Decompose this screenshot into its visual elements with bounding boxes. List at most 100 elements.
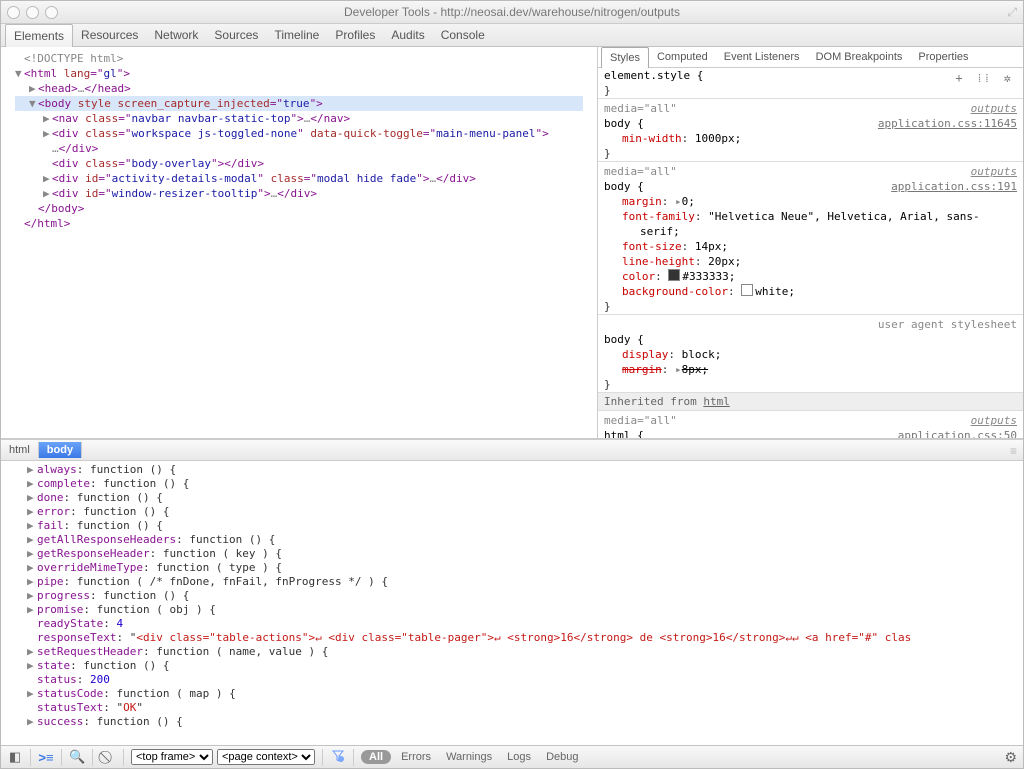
- dom-line[interactable]: ▼<body style screen_capture_injected="tr…: [15, 96, 583, 111]
- css-declaration[interactable]: margin: ▸0;: [604, 194, 1017, 209]
- disclosure-icon[interactable]: ▼: [29, 96, 38, 111]
- console-line[interactable]: ▶promise: function ( obj ) {: [7, 603, 1017, 617]
- styles-tab-computed[interactable]: Computed: [649, 47, 716, 67]
- dom-line[interactable]: ▶<div id="window-resizer-tooltip">…</div…: [15, 186, 583, 201]
- console-line[interactable]: status: 200: [7, 673, 1017, 687]
- css-rule[interactable]: body {application.css:191margin: ▸0;font…: [598, 179, 1023, 314]
- crumb-body[interactable]: body: [39, 442, 82, 458]
- source-link[interactable]: application.css:50: [898, 428, 1017, 438]
- disclosure-icon[interactable]: ▶: [43, 111, 52, 126]
- console-line[interactable]: ▶done: function () {: [7, 491, 1017, 505]
- css-declaration[interactable]: line-height: 20px;: [604, 254, 1017, 269]
- dom-tree[interactable]: <!DOCTYPE html>▼<html lang="gl">▶<head>……: [1, 47, 597, 438]
- context-select[interactable]: <page context>: [217, 749, 315, 765]
- dom-line[interactable]: …</div>: [15, 141, 583, 156]
- console-line[interactable]: ▶overrideMimeType: function ( type ) {: [7, 561, 1017, 575]
- dom-line[interactable]: ▶<div class="workspace js-toggled-none" …: [15, 126, 583, 141]
- disclosure-icon[interactable]: ▼: [15, 66, 24, 81]
- disclosure-icon[interactable]: ▶: [27, 561, 37, 575]
- main-tab-sources[interactable]: Sources: [206, 24, 266, 46]
- styles-tab-properties[interactable]: Properties: [910, 47, 976, 67]
- search-icon[interactable]: 🔍: [69, 749, 85, 765]
- filter-logs[interactable]: Logs: [507, 751, 534, 763]
- gear-icon[interactable]: ✲: [1004, 71, 1015, 85]
- filter-all-pill[interactable]: All: [361, 750, 391, 764]
- main-tab-audits[interactable]: Audits: [383, 24, 432, 46]
- disclosure-icon[interactable]: ▶: [27, 575, 37, 589]
- disclosure-icon[interactable]: ▶: [43, 186, 52, 201]
- dom-line[interactable]: ▼<html lang="gl">: [15, 66, 583, 81]
- css-declaration[interactable]: background-color: white;: [604, 284, 1017, 299]
- console-line[interactable]: statusText: "OK": [7, 701, 1017, 715]
- dom-line[interactable]: </body>: [15, 201, 583, 216]
- console-line[interactable]: responseText: "<div class="table-actions…: [7, 631, 1017, 645]
- disclosure-icon[interactable]: ▶: [27, 687, 37, 701]
- disclosure-icon[interactable]: ▶: [27, 505, 37, 519]
- main-tab-profiles[interactable]: Profiles: [327, 24, 383, 46]
- console-line[interactable]: ▶success: function () {: [7, 715, 1017, 729]
- css-declaration[interactable]: font-family: "Helvetica Neue", Helvetica…: [604, 209, 1017, 239]
- main-tab-resources[interactable]: Resources: [73, 24, 146, 46]
- gear-icon[interactable]: ⚙: [1004, 749, 1017, 766]
- css-rule[interactable]: body {display: block;margin: ▸8px;}: [598, 332, 1023, 392]
- console-line[interactable]: readyState: 4: [7, 617, 1017, 631]
- toggle-state-icon[interactable]: ⁞⁞: [978, 71, 993, 85]
- dom-line[interactable]: <div class="body-overlay"></div>: [15, 156, 583, 171]
- disclosure-icon[interactable]: ▶: [27, 477, 37, 491]
- console-line[interactable]: ▶progress: function () {: [7, 589, 1017, 603]
- disclosure-icon[interactable]: ▶: [27, 533, 37, 547]
- console-line[interactable]: ▶state: function () {: [7, 659, 1017, 673]
- dom-line[interactable]: ▶<head>…</head>: [15, 81, 583, 96]
- drawer-lines-icon[interactable]: ≡: [1010, 444, 1017, 458]
- disclosure-icon[interactable]: ▶: [43, 171, 52, 186]
- clear-icon[interactable]: ⃠: [100, 749, 116, 765]
- disclosure-icon[interactable]: ▶: [27, 603, 37, 617]
- dom-line[interactable]: </html>: [15, 216, 583, 231]
- console-line[interactable]: ▶fail: function () {: [7, 519, 1017, 533]
- disclosure-icon[interactable]: ▶: [27, 659, 37, 673]
- console-line[interactable]: ▶getAllResponseHeaders: function () {: [7, 533, 1017, 547]
- source-link[interactable]: application.css:191: [891, 179, 1017, 194]
- console-line[interactable]: ▶pipe: function ( /* fnDone, fnFail, fnP…: [7, 575, 1017, 589]
- filter-debug[interactable]: Debug: [546, 751, 578, 763]
- console-line[interactable]: ▶always: function () {: [7, 463, 1017, 477]
- disclosure-icon[interactable]: ▶: [27, 519, 37, 533]
- filter-errors[interactable]: Errors: [401, 751, 434, 763]
- styles-tab-dom-breakpoints[interactable]: DOM Breakpoints: [808, 47, 911, 67]
- disclosure-icon[interactable]: ▶: [27, 715, 37, 729]
- main-tab-console[interactable]: Console: [433, 24, 493, 46]
- disclosure-icon[interactable]: ▶: [29, 81, 38, 96]
- css-declaration[interactable]: display: block;: [604, 347, 1017, 362]
- dom-line[interactable]: ▶<div id="activity-details-modal" class=…: [15, 171, 583, 186]
- console-output[interactable]: ▶always: function () {▶complete: functio…: [1, 461, 1023, 745]
- main-tab-timeline[interactable]: Timeline: [266, 24, 327, 46]
- console-line[interactable]: ▶getResponseHeader: function ( key ) {: [7, 547, 1017, 561]
- css-rule[interactable]: body {application.css:11645min-width: 10…: [598, 116, 1023, 161]
- disclosure-icon[interactable]: ▶: [27, 547, 37, 561]
- main-tab-elements[interactable]: Elements: [5, 24, 73, 47]
- console-line[interactable]: ▶statusCode: function ( map ) {: [7, 687, 1017, 701]
- dock-icon[interactable]: ◧: [7, 749, 23, 765]
- disclosure-icon[interactable]: ▶: [27, 491, 37, 505]
- frame-select[interactable]: <top frame>: [131, 749, 213, 765]
- css-declaration[interactable]: color: #333333;: [604, 269, 1017, 284]
- css-declaration[interactable]: margin: ▸8px;: [604, 362, 1017, 377]
- disclosure-icon[interactable]: ▶: [27, 645, 37, 659]
- css-declaration[interactable]: font-size: 14px;: [604, 239, 1017, 254]
- styles-tab-event-listeners[interactable]: Event Listeners: [716, 47, 808, 67]
- css-rule[interactable]: html {application.css:50font-size: 100%;…: [598, 428, 1023, 438]
- console-line[interactable]: ▶complete: function () {: [7, 477, 1017, 491]
- styles-tab-styles[interactable]: Styles: [601, 47, 649, 68]
- console-toggle-icon[interactable]: >≡: [38, 750, 54, 765]
- expand-icon[interactable]: ⤢: [1007, 5, 1017, 20]
- disclosure-icon[interactable]: ▶: [27, 463, 37, 477]
- disclosure-icon[interactable]: ▶: [43, 126, 52, 141]
- dom-line[interactable]: ▶<nav class="navbar navbar-static-top">……: [15, 111, 583, 126]
- crumb-html[interactable]: html: [1, 442, 39, 458]
- source-link[interactable]: application.css:11645: [878, 116, 1017, 131]
- styles-body[interactable]: + ⁞⁞ ✲element.style {}media="all"outputs…: [598, 68, 1023, 438]
- new-rule-icon[interactable]: +: [955, 71, 966, 85]
- dom-line[interactable]: <!DOCTYPE html>: [15, 51, 583, 66]
- filter-warnings[interactable]: Warnings: [446, 751, 495, 763]
- funnel-icon[interactable]: [330, 750, 346, 765]
